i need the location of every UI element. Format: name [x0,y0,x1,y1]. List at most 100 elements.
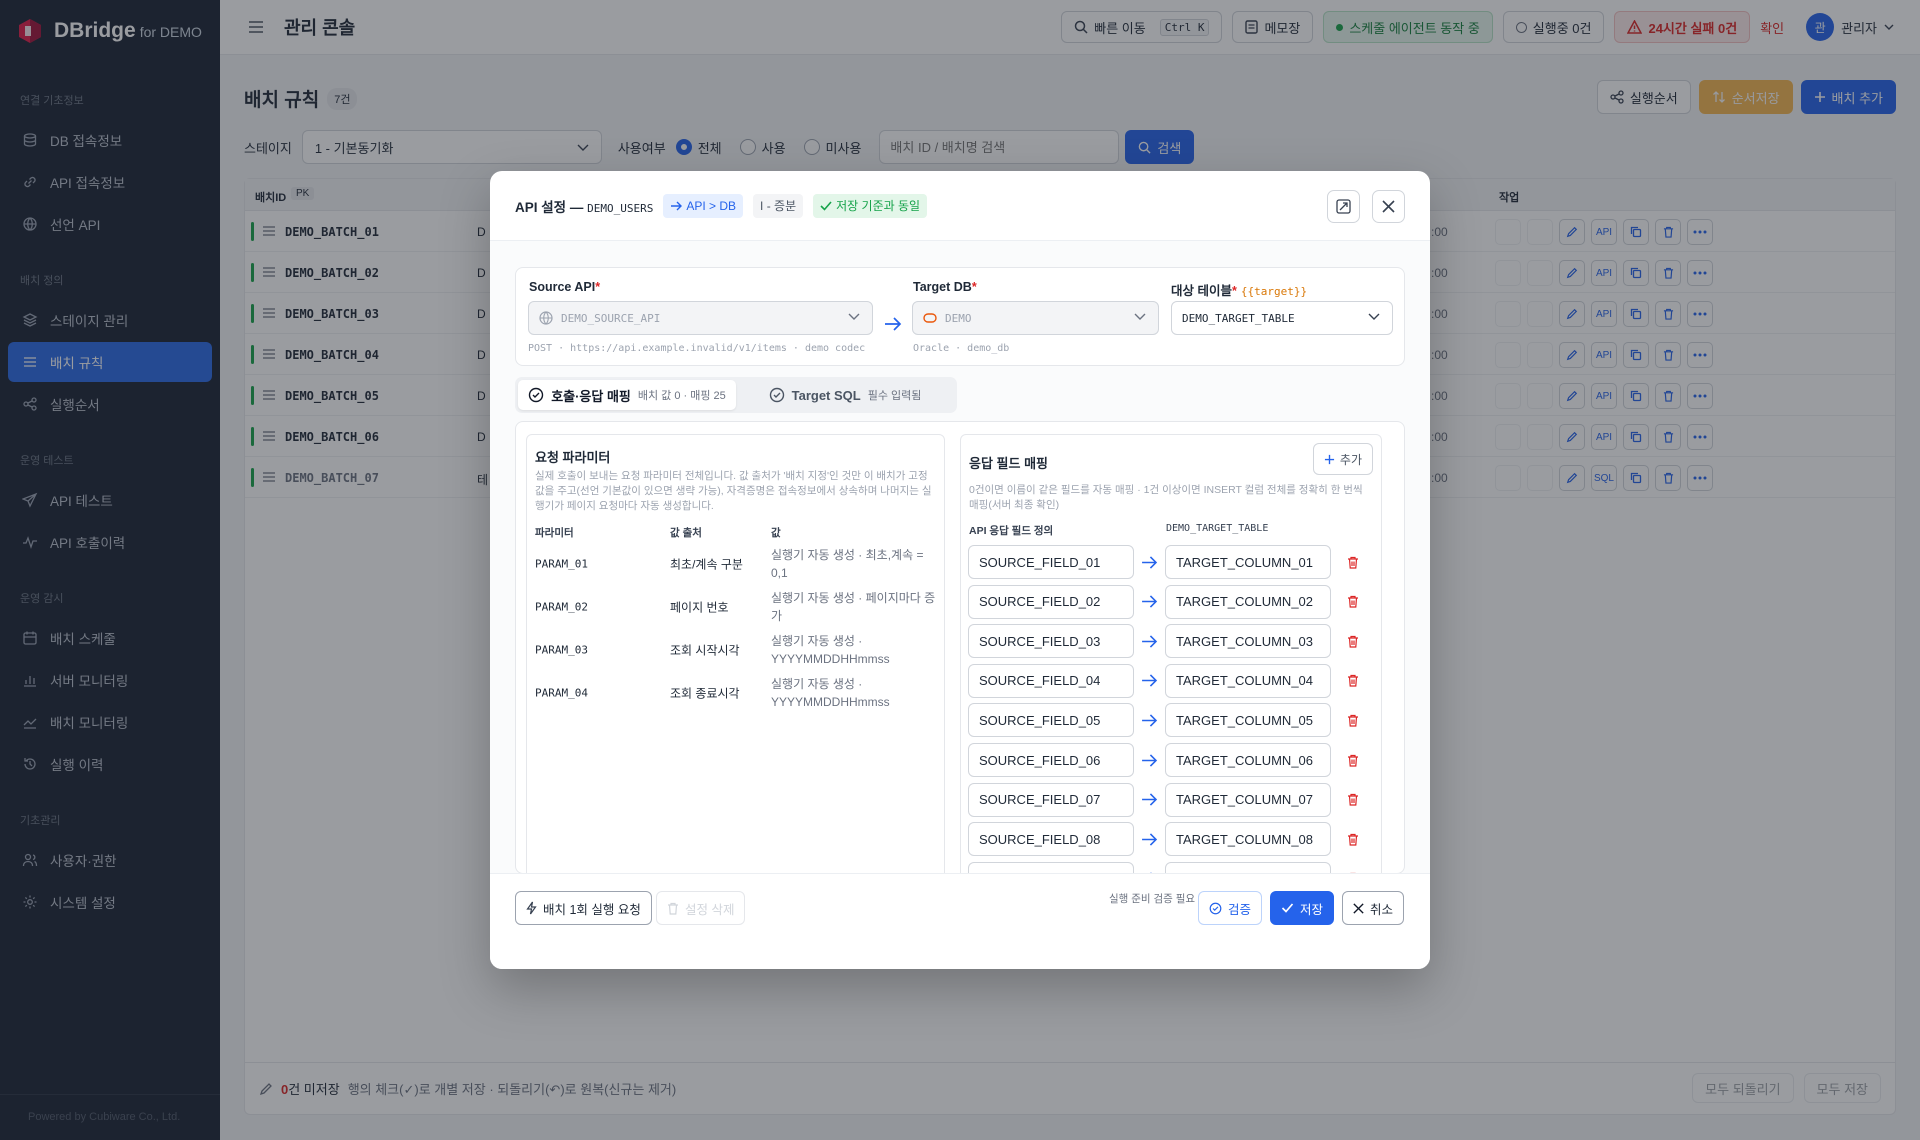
direction-tag: API > DB [663,193,744,218]
mode-tag: I - 증분 [753,193,804,218]
mapping-row: SOURCE_FIELD_06 TARGET_COLUMN_06 [968,743,1359,777]
cancel-button[interactable]: 취소 [1342,891,1405,925]
param-row: PARAM_02 페이지 번호 실행기 자동 생성 · 페이지마다 증가 [535,585,940,629]
arrow-right-icon [1142,635,1158,648]
param-source: 조회 종료시각 [670,686,740,701]
close-button[interactable] [1372,190,1405,223]
target-table-select[interactable]: DEMO_TARGET_TABLE [1171,301,1393,335]
param-row: PARAM_04 조회 종료시각 실행기 자동 생성 · YYYYMMDDHHm… [535,671,940,715]
target-column-input[interactable]: TARGET_COLUMN_05 [1165,703,1331,738]
param-source: 페이지 번호 [670,600,729,615]
response-mapping: 응답 필드 매핑 추가 0건이면 이름이 같은 필드를 자동 매핑 · 1건 이… [960,434,1382,873]
trash-icon[interactable] [1347,556,1359,569]
database-icon [923,313,937,323]
arrow-right-icon [1142,714,1158,727]
param-value: 실행기 자동 생성 · 페이지마다 증가 [771,591,936,623]
target-column-input[interactable]: TARGET_COLUMN_02 [1165,584,1331,619]
mapping-row: SOURCE_FIELD_08 TARGET_COLUMN_08 [968,822,1359,857]
request-params: 요청 파라미터 실제 호출이 보내는 요청 파라미터 전체입니다. 값 출처가 … [526,434,945,873]
check-circle-icon [769,387,784,403]
param-value: 실행기 자동 생성 · YYYYMMDDHHmmss [771,677,890,709]
expand-icon [1336,199,1351,214]
close-icon [1353,902,1364,914]
target-db-hint: Oracle · demo_db [913,343,1010,354]
modal-footer: 배치 1회 실행 요청 설정 삭제 실행 준비 검증 필요 검증 저장 취소 [490,873,1430,969]
saved-state-tag: 저장 기준과 동일 [813,193,928,218]
source-field-input[interactable]: SOURCE_FIELD_08 [968,822,1134,857]
source-field-input[interactable]: SOURCE_FIELD_01 [968,545,1134,579]
trash-icon[interactable] [1347,595,1359,608]
mapping-row: SOURCE_FIELD_04 TARGET_COLUMN_04 [968,663,1359,698]
arrow-right-icon [671,201,683,210]
param-name: PARAM_01 [535,557,588,571]
arrow-right-icon [1142,555,1158,569]
bolt-icon [526,901,537,915]
param-name: PARAM_04 [535,686,588,700]
mapping-row: SOURCE_FIELD_01 TARGET_COLUMN_01 [968,545,1359,579]
modal-tabs: 호출·응답 매핑 배치 값 0 · 매핑 25 Target SQL 필수 입력됨 [515,377,957,413]
tab-mapping[interactable]: 호출·응답 매핑 배치 값 0 · 매핑 25 [518,380,736,410]
delete-config-button[interactable]: 설정 삭제 [656,891,746,925]
close-icon [1382,200,1395,213]
plus-icon [1324,454,1334,464]
target-column-input[interactable]: TARGET_COLUMN_01 [1165,545,1331,579]
trash-icon[interactable] [1347,833,1359,846]
source-field-input[interactable]: SOURCE_FIELD_06 [968,743,1134,777]
param-name: PARAM_03 [535,643,588,657]
readiness-note: 실행 준비 검증 필요 [1109,893,1196,905]
trash-icon[interactable] [1347,714,1359,727]
source-field-input[interactable]: SOURCE_FIELD_04 [968,663,1134,698]
target-column-input[interactable]: TARGET_COLUMN_03 [1165,624,1331,659]
run-once-button[interactable]: 배치 1회 실행 요청 [515,891,652,925]
source-field-input[interactable]: SOURCE_FIELD_05 [968,703,1134,738]
arrow-right-icon [885,317,902,331]
arrow-right-icon [1142,674,1158,687]
target-db-label: Target DB* [913,280,977,294]
arrow-right-icon [1142,753,1158,767]
arrow-right-icon [1142,793,1158,806]
target-column-input[interactable]: TARGET_COLUMN_07 [1165,782,1331,817]
verify-button[interactable]: 검증 [1198,891,1263,925]
trash-icon[interactable] [1347,674,1359,687]
param-source: 최초/계속 구분 [670,557,743,572]
add-mapping-button[interactable]: 추가 [1312,443,1373,475]
target-column-input[interactable]: TARGET_COLUMN_08 [1165,822,1331,857]
target-column-input[interactable]: TARGET_COLUMN_06 [1165,743,1331,777]
param-value: 실행기 자동 생성 · YYYYMMDDHHmmss [771,634,890,666]
param-row: PARAM_01 최초/계속 구분 실행기 자동 생성 · 최초,계속 = 0,… [535,542,940,586]
chevron-down-icon [848,313,860,320]
save-button[interactable]: 저장 [1270,891,1335,925]
modal-title: API 설정 — DEMO_USERS [515,199,654,215]
source-api-select[interactable]: DEMO_SOURCE_API [528,301,873,335]
check-circle-icon [1209,902,1222,914]
check-circle-icon [528,387,544,403]
source-api-label: Source API* [529,280,601,294]
param-value: 실행기 자동 생성 · 최초,계속 = 0,1 [771,548,924,580]
trash-icon[interactable] [1347,793,1359,806]
target-db-select[interactable]: DEMO [912,301,1159,335]
target-column-input[interactable]: TARGET_COLUMN_04 [1165,663,1331,698]
arrow-right-icon [1142,833,1158,846]
param-row: PARAM_03 조회 시작시각 실행기 자동 생성 · YYYYMMDDHHm… [535,628,940,672]
source-field-input[interactable]: SOURCE_FIELD_07 [968,782,1134,817]
trash-icon [668,902,678,915]
trash-icon[interactable] [1347,754,1359,767]
expand-button[interactable] [1327,190,1360,223]
source-api-hint: POST · https://api.example.invalid/v1/it… [528,343,866,354]
trash-icon[interactable] [1347,635,1359,648]
chevron-down-icon [1134,313,1146,320]
target-table-label: 대상 테이블* {{target}} [1171,284,1308,298]
mapping-row: SOURCE_FIELD_03 TARGET_COLUMN_03 [968,624,1359,659]
check-icon [1281,903,1294,913]
mapping-row: SOURCE_FIELD_02 TARGET_COLUMN_02 [968,584,1359,619]
param-name: PARAM_02 [535,600,588,614]
connection-panel: Source API* DEMO_SOURCE_API POST · https… [515,267,1405,366]
source-field-input[interactable]: SOURCE_FIELD_02 [968,584,1134,619]
api-settings-modal: API 설정 — DEMO_USERS API > DB I - 증분 저장 기… [490,171,1430,969]
mapping-row: SOURCE_FIELD_05 TARGET_COLUMN_05 [968,703,1359,738]
chevron-down-icon [1368,313,1380,320]
mapping-panel: 요청 파라미터 실제 호출이 보내는 요청 파라미터 전체입니다. 값 출처가 … [515,421,1405,874]
source-field-input[interactable]: SOURCE_FIELD_03 [968,624,1134,659]
param-source: 조회 시작시각 [670,643,740,658]
tab-target-sql[interactable]: Target SQL 필수 입력됨 [736,380,954,410]
